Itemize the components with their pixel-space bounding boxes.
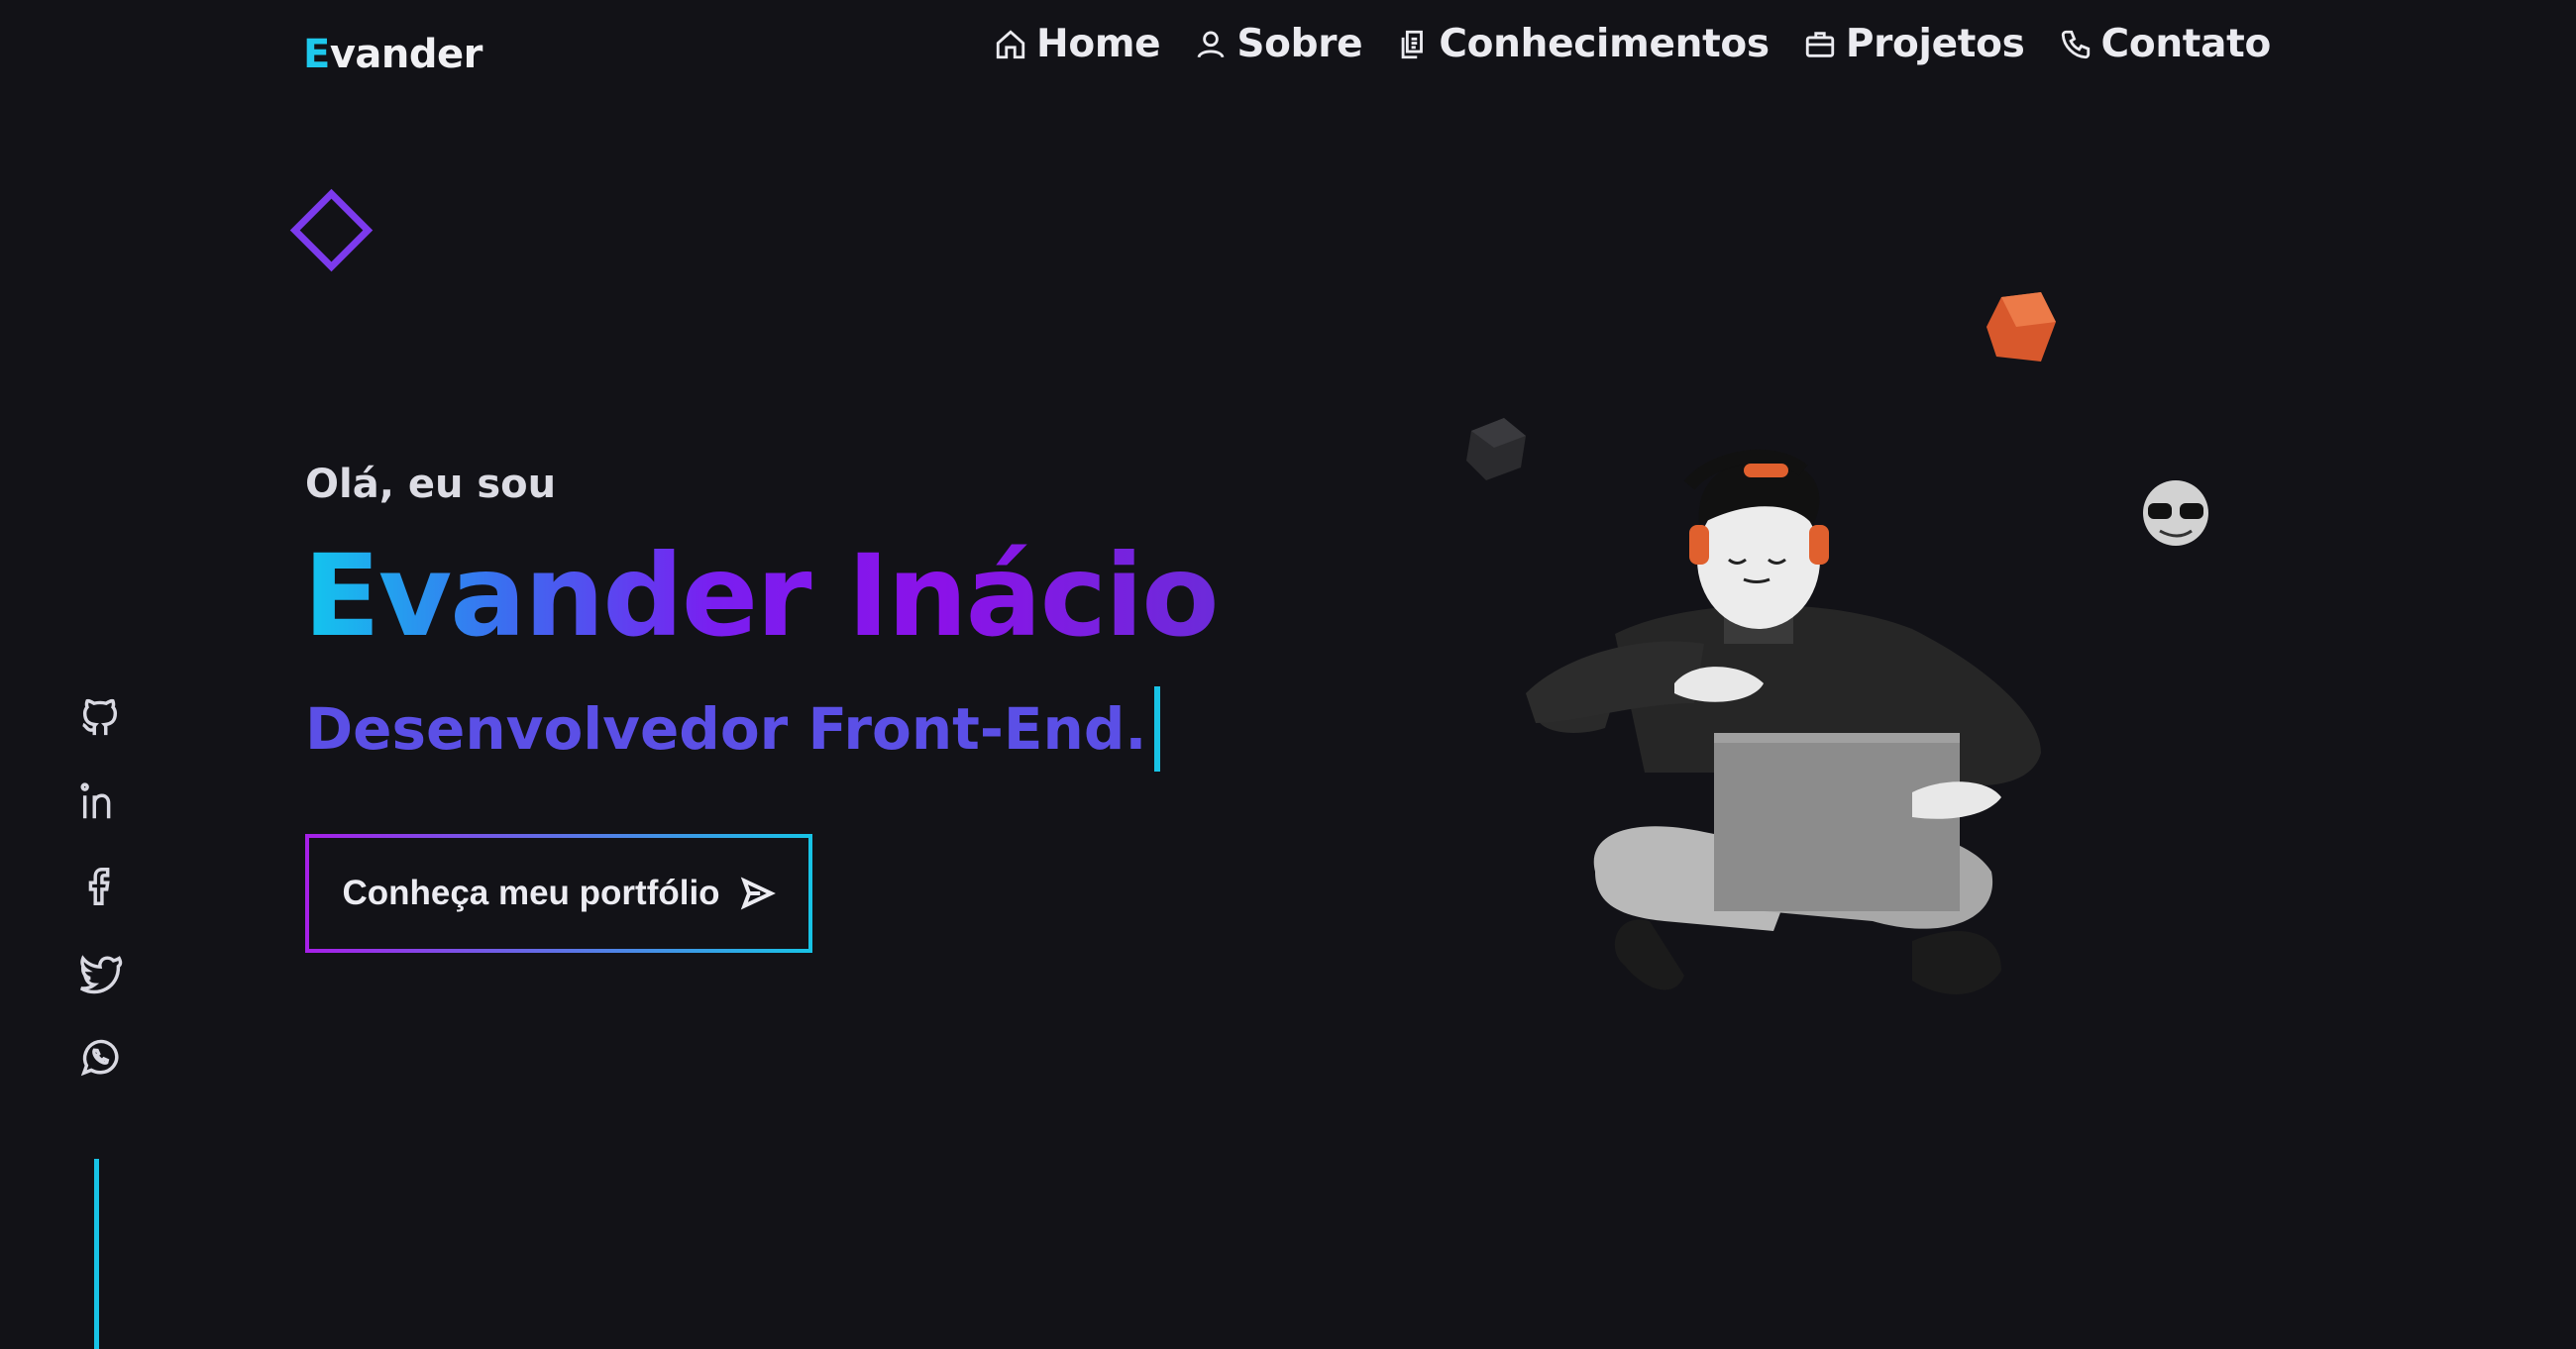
briefcase-icon [1805,31,1834,57]
nav-conhecimentos[interactable]: Conhecimentos [1396,22,1770,66]
facebook-link[interactable] [77,864,123,909]
home-icon [996,29,1025,58]
portfolio-button[interactable]: Conheça meu portfólio [305,834,812,953]
nav-contato-label: Contato [2100,22,2272,66]
floating-cube-dark [1466,418,1526,480]
document-icon [1401,30,1424,58]
hero-role-text: Desenvolvedor Front-End. [305,695,1147,763]
nav-conhecimentos-label: Conhecimentos [1439,22,1770,66]
sunglasses-emoji [2143,480,2208,546]
twitter-icon [79,955,123,994]
developer-illustration [1466,292,2208,994]
nav-sobre[interactable]: Sobre [1194,22,1363,66]
portfolio-button-label: Conheça meu portfólio [342,874,720,912]
nav-home-label: Home [1036,22,1161,66]
send-icon [740,877,776,910]
logo-text: vander [329,32,483,77]
twitter-link[interactable] [77,949,123,994]
nav-contato[interactable]: Contato [2059,22,2271,66]
nav-home[interactable]: Home [994,22,1161,66]
logo-first-letter: E [303,32,330,77]
hero-role: Desenvolvedor Front-End. [305,686,1161,772]
whatsapp-icon [80,1039,119,1077]
main-nav: Home Sobre Conhecimentos Projetos Contat… [994,22,2271,66]
phone-icon [2061,30,2090,58]
nav-projetos[interactable]: Projetos [1803,22,2025,66]
hero-greeting: Olá, eu sou [305,462,557,507]
logo[interactable]: Evander [303,32,483,77]
typing-caret [1154,686,1161,772]
nav-sobre-label: Sobre [1236,22,1363,66]
nav-projetos-label: Projetos [1845,22,2025,66]
user-icon [1197,31,1225,57]
facebook-icon [88,868,110,905]
decorative-diamond [289,188,374,272]
linkedin-icon [80,782,111,819]
github-icon [82,698,118,736]
whatsapp-link[interactable] [77,1034,123,1080]
github-link[interactable] [77,693,123,739]
hero-name: Evander Inácio [303,530,1220,662]
floating-cube-orange [1986,292,2056,362]
social-divider-line [94,1159,99,1349]
social-links [77,693,123,1080]
linkedin-link[interactable] [77,778,123,824]
